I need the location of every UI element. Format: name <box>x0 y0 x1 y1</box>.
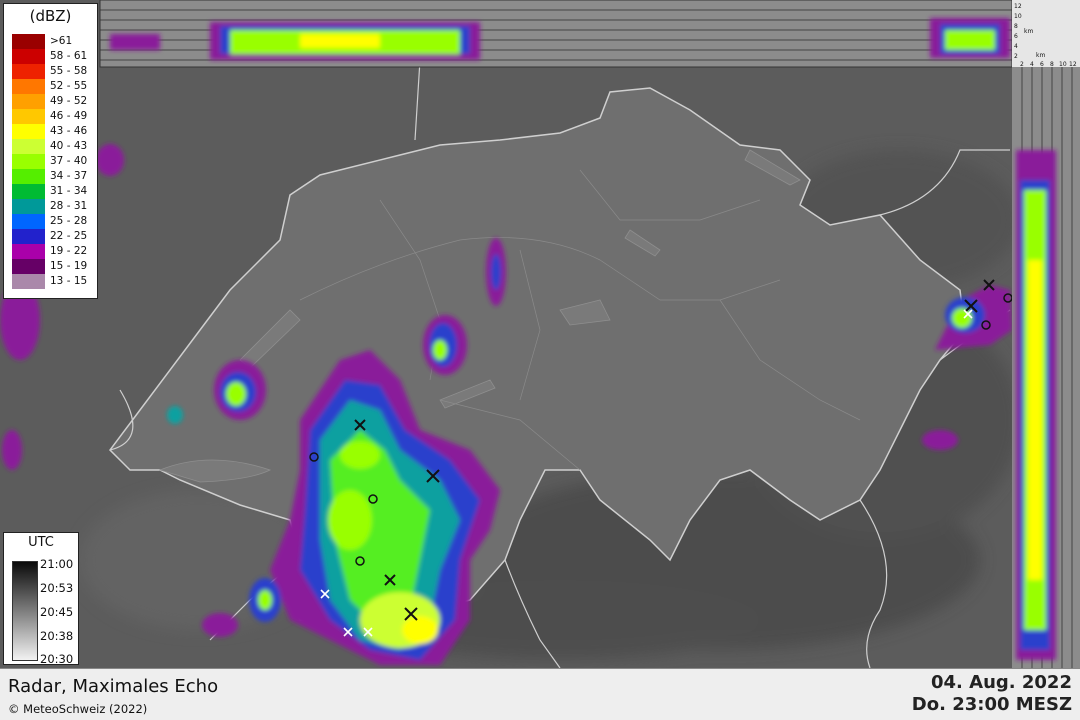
legend-label: 13 - 15 <box>50 275 88 287</box>
profile-side-km-8: 8 <box>1050 61 1054 68</box>
legend-row: 25 - 28 <box>12 214 97 229</box>
legend-label: 34 - 37 <box>50 170 88 182</box>
legend-label: 52 - 55 <box>50 80 88 92</box>
legend-label: 49 - 52 <box>50 95 88 107</box>
utc-tick: 20:30 <box>40 652 74 666</box>
copyright-text: © MeteoSchweiz (2022) <box>8 702 148 716</box>
product-title: Radar, Maximales Echo <box>8 676 219 697</box>
legend-swatch <box>12 199 45 214</box>
legend-row: 58 - 61 <box>12 49 97 64</box>
legend-swatch <box>12 34 45 49</box>
side-profile <box>1012 0 1080 668</box>
legend-swatch <box>12 139 45 154</box>
legend-row: 37 - 40 <box>12 154 97 169</box>
legend-label: 31 - 34 <box>50 185 88 197</box>
legend-label: 15 - 19 <box>50 260 88 272</box>
utc-tick: 21:00 <box>40 557 74 571</box>
legend-swatch <box>12 169 45 184</box>
profile-top-km-2: 2 <box>1014 53 1018 60</box>
utc-legend: UTC 21:00 20:53 20:45 20:38 20:30 <box>3 532 79 666</box>
utc-tick: 20:45 <box>40 605 74 619</box>
legend-row: 40 - 43 <box>12 139 97 154</box>
legend-label: 55 - 58 <box>50 65 88 77</box>
dbz-legend: (dBZ) >61 58 - 61 55 - 58 52 - 55 49 - 52 46 … <box>3 3 98 299</box>
legend-row: 55 - 58 <box>12 64 97 79</box>
legend-label: 37 - 40 <box>50 155 88 167</box>
profile-side-km-2: 2 <box>1020 61 1024 68</box>
utc-tick: 20:53 <box>40 581 74 595</box>
legend-title: (dBZ) <box>29 7 72 25</box>
legend-row: 43 - 46 <box>12 124 97 139</box>
profile-top-km-8: 8 <box>1014 23 1018 30</box>
legend-swatch <box>12 184 45 199</box>
legend-swatch <box>12 229 45 244</box>
time-label: Do. 23:00 MESZ <box>911 694 1072 715</box>
profile-top-km-10: 10 <box>1014 13 1022 20</box>
legend-row: 46 - 49 <box>12 109 97 124</box>
legend-swatch <box>12 79 45 94</box>
legend-label: 40 - 43 <box>50 140 88 152</box>
legend-swatch <box>12 49 45 64</box>
legend-label: 43 - 46 <box>50 125 88 137</box>
legend-row: 34 - 37 <box>12 169 97 184</box>
footer-bar: Radar, Maximales Echo © MeteoSchweiz (20… <box>0 668 1080 720</box>
profile-side-km-4: 4 <box>1030 61 1034 68</box>
top-profile <box>99 0 1013 68</box>
date-label: 04. Aug. 2022 <box>931 672 1072 693</box>
profile-top-km-4: 4 <box>1014 43 1018 50</box>
legend-label: >61 <box>50 35 73 47</box>
profile-top-km-6: 6 <box>1014 33 1018 40</box>
legend-row: 49 - 52 <box>12 94 97 109</box>
legend-label: 46 - 49 <box>50 110 88 122</box>
utc-title: UTC <box>28 535 54 550</box>
legend-label: 19 - 22 <box>50 245 88 257</box>
profile-top-km-12: 12 <box>1014 3 1022 10</box>
profile-unit-side: km <box>1036 52 1046 59</box>
legend-swatch <box>12 274 45 289</box>
legend-row: 28 - 31 <box>12 199 97 214</box>
radar-map <box>0 0 1080 668</box>
legend-swatch <box>12 259 45 274</box>
legend-swatch <box>12 214 45 229</box>
legend-row: 19 - 22 <box>12 244 97 259</box>
legend-row: 31 - 34 <box>12 184 97 199</box>
legend-swatch <box>12 64 45 79</box>
profile-unit-top: km <box>1024 28 1034 35</box>
legend-row: 52 - 55 <box>12 79 97 94</box>
utc-tick: 20:38 <box>40 629 74 643</box>
legend-label: 25 - 28 <box>50 215 88 227</box>
legend-swatch <box>12 154 45 169</box>
legend-row: 13 - 15 <box>12 274 97 289</box>
legend-label: 28 - 31 <box>50 200 88 212</box>
legend-row: 15 - 19 <box>12 259 97 274</box>
legend-swatch <box>12 124 45 139</box>
legend-row: >61 <box>12 34 97 49</box>
legend-swatch <box>12 244 45 259</box>
legend-label: 22 - 25 <box>50 230 88 242</box>
profile-side-km-6: 6 <box>1040 61 1044 68</box>
profile-side-km-12: 12 <box>1069 61 1077 68</box>
legend-label: 58 - 61 <box>50 50 88 62</box>
utc-gradient-bar <box>12 561 38 661</box>
legend-swatch <box>12 109 45 124</box>
profile-side-km-10: 10 <box>1059 61 1067 68</box>
legend-swatch <box>12 94 45 109</box>
legend-row: 22 - 25 <box>12 229 97 244</box>
